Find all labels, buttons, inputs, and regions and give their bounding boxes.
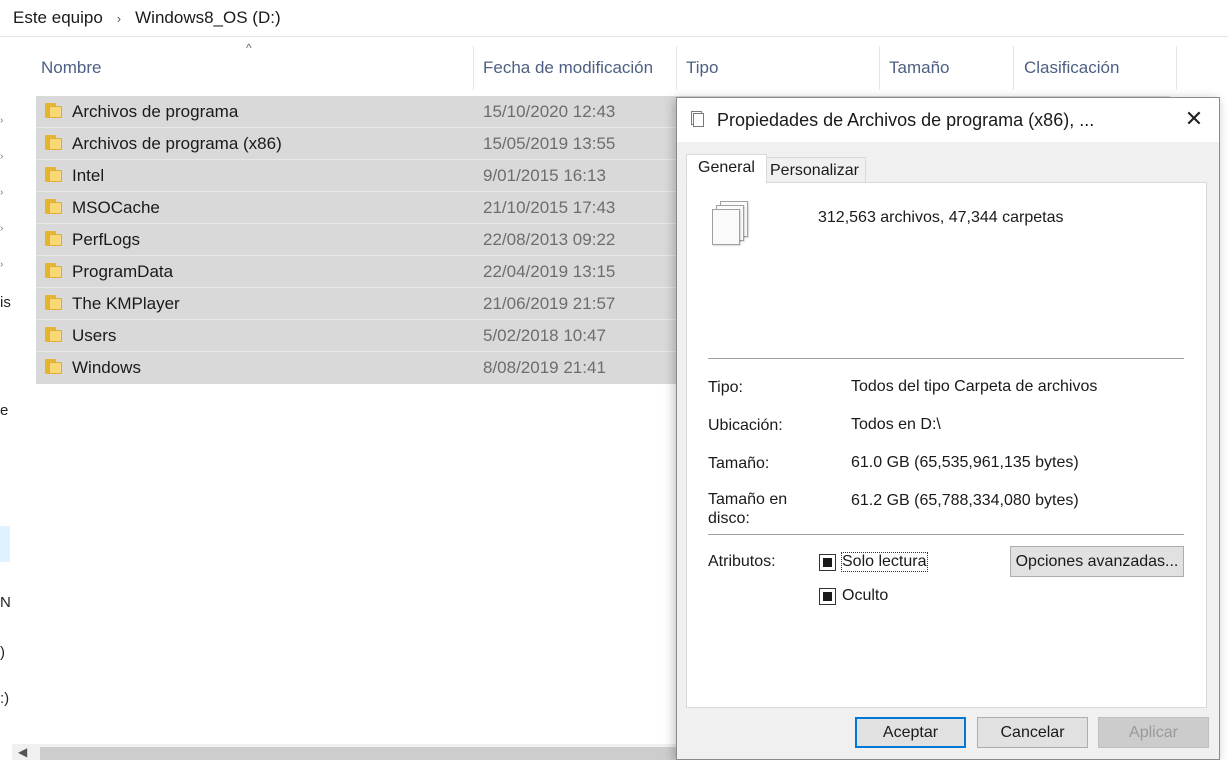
nav-item-fragment[interactable]: :) [0,690,9,708]
scrollbar-thumb[interactable] [40,747,676,760]
apply-button[interactable]: Aplicar [1098,717,1209,748]
expand-arrow-icon[interactable]: › [0,116,6,126]
nav-item-fragment[interactable]: e [0,402,8,420]
location-value: Todos en D:\ [851,416,941,433]
multiple-files-icon [712,201,754,251]
type-label: Tipo: [708,379,743,396]
folder-icon [45,359,62,374]
size-value: 61.0 GB (65,535,961,135 bytes) [851,454,1079,471]
readonly-checkbox[interactable] [819,554,836,571]
column-rating[interactable]: Clasificación [1024,57,1119,81]
advanced-options-button[interactable]: Opciones avanzadas... [1010,546,1184,577]
file-modified: 22/08/2013 09:22 [483,230,616,249]
column-divider[interactable] [1013,46,1014,90]
file-modified: 21/10/2015 17:43 [483,198,616,217]
dialog-title: Propiedades de Archivos de programa (x86… [717,110,1095,130]
column-modified[interactable]: Fecha de modificación [483,57,653,81]
attributes-label: Atributos: [708,553,776,570]
expand-arrow-icon[interactable]: › [0,188,6,198]
disk-size-label: Tamaño en disco: [708,491,788,527]
folder-icon [45,263,62,278]
dialog-titlebar[interactable]: Propiedades de Archivos de programa (x86… [677,98,1219,142]
breadcrumb-this-pc[interactable]: Este equipo [13,8,103,28]
file-modified: 15/05/2019 13:55 [483,134,616,153]
folder-icon [45,231,62,246]
location-label: Ubicación: [708,417,783,434]
file-name: Archivos de programa (x86) [72,134,282,153]
readonly-label[interactable]: Solo lectura [841,552,928,572]
folder-icon [45,327,62,342]
file-folder-count: 312,563 archivos, 47,344 carpetas [818,209,1064,226]
cancel-button[interactable]: Cancelar [977,717,1088,748]
type-value: Todos del tipo Carpeta de archivos [851,378,1098,395]
divider [708,534,1184,535]
chevron-right-icon[interactable]: › [117,11,121,26]
nav-item-fragment[interactable]: ) [0,644,5,662]
file-name: Intel [72,166,105,185]
column-name[interactable]: Nombre [41,57,101,81]
horizontal-scrollbar[interactable]: ◀ [12,744,676,760]
ok-button[interactable]: Aceptar [855,717,966,748]
column-type[interactable]: Tipo [686,57,718,81]
file-modified: 8/08/2019 21:41 [483,358,606,377]
file-modified: 15/10/2020 12:43 [483,102,616,121]
breadcrumb-drive[interactable]: Windows8_OS (D:) [135,8,280,28]
column-size[interactable]: Tamaño [889,57,949,81]
hidden-checkbox[interactable] [819,588,836,605]
file-modified: 9/01/2015 16:13 [483,166,606,185]
column-divider[interactable] [1176,46,1177,90]
column-divider[interactable] [473,46,474,90]
file-modified: 5/02/2018 10:47 [483,326,606,345]
general-panel: 312,563 archivos, 47,344 carpetas Tipo: … [686,182,1207,708]
file-name: PerfLogs [72,230,141,249]
breadcrumb: Este equipo › Windows8_OS (D:) [0,0,1228,37]
column-divider[interactable] [879,46,880,90]
sort-ascending-icon: ^ [246,41,252,55]
folder-icon [45,199,62,214]
expand-arrow-icon[interactable]: › [0,152,6,162]
file-name: MSOCache [72,198,160,217]
scroll-left-icon[interactable]: ◀ [18,745,27,759]
folder-icon [45,135,62,150]
expand-arrow-icon[interactable]: › [0,224,6,234]
expand-arrow-icon[interactable]: › [0,260,6,270]
nav-item-fragment[interactable]: is [0,294,11,312]
file-modified: 22/04/2019 13:15 [483,262,616,281]
size-label: Tamaño: [708,455,770,472]
file-name: Archivos de programa [72,102,239,121]
file-modified: 21/06/2019 21:57 [483,294,616,313]
tab-general[interactable]: General [686,154,767,184]
folder-icon [45,167,62,182]
disk-size-value: 61.2 GB (65,788,334,080 bytes) [851,492,1079,509]
folder-icon [45,103,62,118]
close-button[interactable]: ✕ [1179,106,1209,134]
column-divider[interactable] [676,46,677,90]
divider [708,358,1184,359]
nav-selected-item[interactable] [0,526,10,562]
column-header: ^ Nombre Fecha de modificación Tipo Tama… [13,38,1183,94]
navigation-pane: › › › › › is e N ) :) [0,38,12,760]
properties-dialog: Propiedades de Archivos de programa (x86… [676,97,1220,760]
documents-icon [691,111,705,129]
nav-item-fragment[interactable]: N [0,594,11,612]
file-name: The KMPlayer [72,294,180,313]
file-name: Users [72,326,117,345]
tab-personalizar[interactable]: Personalizar [763,157,866,185]
folder-icon [45,295,62,310]
file-name: Windows [72,358,141,377]
hidden-label[interactable]: Oculto [842,587,888,605]
file-name: ProgramData [72,262,174,281]
